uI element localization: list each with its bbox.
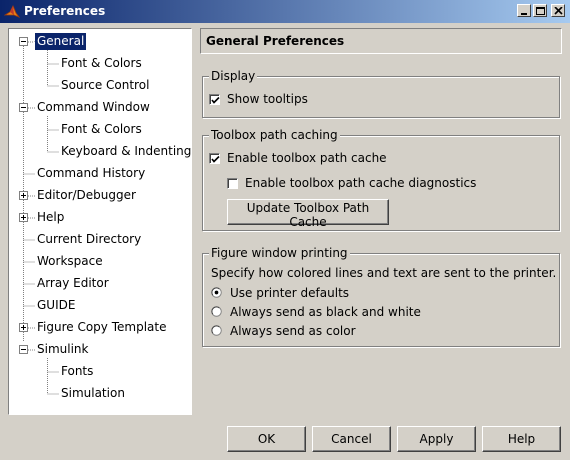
tree-item-command-window[interactable]: Command Window: [35, 99, 152, 116]
tree-item-editor-debugger[interactable]: Editor/Debugger: [35, 187, 138, 204]
apply-button[interactable]: Apply: [397, 426, 476, 452]
minimize-icon: [521, 13, 527, 15]
maximize-button[interactable]: [533, 4, 547, 17]
use-printer-defaults-radio[interactable]: [211, 287, 222, 298]
enable-toolbox-cache-label[interactable]: Enable toolbox path cache: [227, 151, 387, 165]
help-button[interactable]: Help: [482, 426, 561, 452]
maximize-icon: [536, 7, 545, 15]
always-black-white-radio[interactable]: [211, 306, 222, 317]
ok-button[interactable]: OK: [227, 426, 306, 452]
enable-toolbox-cache-checkbox[interactable]: [209, 153, 220, 164]
matlab-logo-icon: [4, 5, 20, 18]
tree-item-general[interactable]: General: [33, 32, 88, 51]
show-tooltips-label[interactable]: Show tooltips: [227, 92, 308, 106]
enable-cache-diagnostics-label[interactable]: Enable toolbox path cache diagnostics: [245, 176, 476, 190]
title-bar[interactable]: Preferences: [0, 0, 570, 23]
use-printer-defaults-label[interactable]: Use printer defaults: [230, 286, 349, 300]
display-group-title: Display: [209, 69, 258, 83]
tree-item-keyboard-indenting[interactable]: Keyboard & Indenting: [59, 143, 193, 160]
tree-item-figure-copy-template[interactable]: Figure Copy Template: [35, 319, 168, 336]
window-title: Preferences: [24, 4, 106, 18]
toolbox-group-title: Toolbox path caching: [209, 128, 340, 142]
minimize-button[interactable]: [517, 4, 531, 17]
close-button[interactable]: [551, 4, 565, 17]
panel-title: General Preferences: [206, 34, 345, 48]
tree-item-guide[interactable]: GUIDE: [35, 297, 77, 314]
printing-group-title: Figure window printing: [209, 246, 350, 260]
tree-item-simulink[interactable]: Simulink: [35, 341, 90, 358]
printing-description: Specify how colored lines and text are s…: [211, 266, 557, 280]
panel-header: General Preferences: [200, 28, 562, 54]
figure-window-printing-group: Figure window printing Specify how color…: [202, 246, 560, 347]
show-tooltips-checkbox[interactable]: [209, 94, 220, 105]
enable-cache-diagnostics-checkbox[interactable]: [227, 178, 238, 189]
tree-item-source-control[interactable]: Source Control: [59, 77, 151, 94]
tree-item-help[interactable]: Help: [35, 209, 66, 226]
checkmark-icon: [211, 96, 220, 104]
always-black-white-label[interactable]: Always send as black and white: [230, 305, 421, 319]
cancel-button[interactable]: Cancel: [312, 426, 391, 452]
toolbox-path-caching-group: Toolbox path caching Enable toolbox path…: [202, 128, 560, 231]
tree-item-fonts[interactable]: Fonts: [59, 363, 95, 380]
preferences-window: Preferences General Font & Colors Source…: [0, 0, 570, 460]
tree-item-command-window-font-colors[interactable]: Font & Colors: [59, 121, 144, 138]
tree-item-general-font-colors[interactable]: Font & Colors: [59, 55, 144, 72]
close-icon: [554, 7, 563, 15]
tree-item-workspace[interactable]: Workspace: [35, 253, 105, 270]
preferences-tree[interactable]: General Font & Colors Source Control Com…: [8, 28, 192, 415]
tree-item-array-editor[interactable]: Array Editor: [35, 275, 111, 292]
always-color-label[interactable]: Always send as color: [230, 324, 356, 338]
tree-item-current-directory[interactable]: Current Directory: [35, 231, 143, 248]
always-color-radio[interactable]: [211, 325, 222, 336]
display-group: Display Show tooltips: [202, 69, 560, 118]
checkmark-icon: [211, 155, 220, 163]
tree-item-simulation[interactable]: Simulation: [59, 385, 127, 402]
tree-item-command-history[interactable]: Command History: [35, 165, 147, 182]
update-toolbox-path-cache-button[interactable]: Update Toolbox Path Cache: [227, 199, 389, 229]
